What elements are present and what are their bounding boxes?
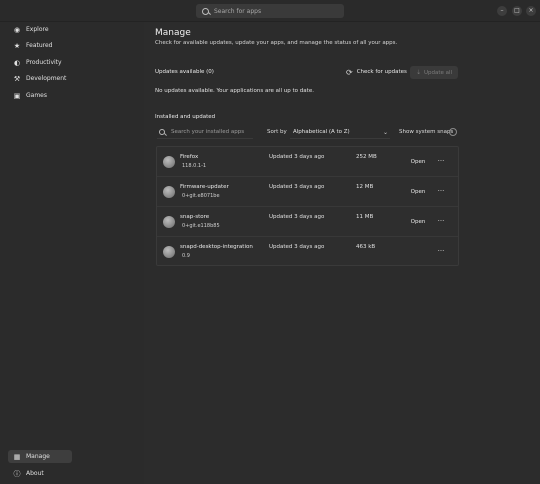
refresh-icon: ⟳ [346, 67, 353, 77]
table-row: Firefox 118.0.1-1 Updated 3 days ago 252… [157, 147, 458, 177]
wrench-icon: ⚒ [13, 74, 21, 83]
open-button[interactable]: Open [409, 217, 427, 227]
star-icon: ★ [13, 41, 21, 50]
sidebar-item-label: Featured [26, 42, 53, 49]
open-button[interactable]: Open [409, 157, 427, 167]
title-bar: Search for apps – □ × [0, 0, 540, 22]
app-name: snap-store [180, 214, 210, 220]
update-all-button[interactable]: ⇣ Update all [410, 66, 458, 79]
updates-heading: Updates available (0) [155, 69, 214, 75]
sidebar-item-label: Games [26, 92, 47, 99]
sidebar-item-explore[interactable]: ◉ Explore [8, 23, 72, 36]
sidebar-item-development[interactable]: ⚒ Development [8, 72, 72, 85]
maximize-button[interactable]: □ [512, 6, 522, 16]
table-row: Firmware-updater 0+git.e8071be Updated 3… [157, 177, 458, 207]
chevron-down-icon: ⌄ [382, 128, 388, 136]
sidebar-item-label: Manage [26, 453, 50, 460]
app-updated: Updated 3 days ago [269, 244, 325, 250]
more-options-button[interactable]: ··· [434, 216, 448, 228]
check-for-updates-label: Check for updates [356, 69, 407, 75]
app-icon [163, 156, 175, 168]
app-updated: Updated 3 days ago [269, 154, 325, 160]
app-name: Firmware-updater [180, 184, 229, 190]
sort-by-label: Sort by [267, 129, 287, 135]
installed-heading: Installed and updated [155, 114, 216, 120]
search-icon [159, 129, 165, 135]
app-name: snapd-desktop-integration [180, 244, 253, 250]
sort-dropdown[interactable]: Alphabetical (A to Z) ⌄ [290, 126, 390, 139]
sidebar-item-label: Explore [26, 26, 49, 33]
more-options-button[interactable]: ··· [434, 186, 448, 198]
show-system-snaps-toggle[interactable] [449, 128, 457, 136]
more-options-button[interactable]: ··· [434, 156, 448, 168]
sort-value: Alphabetical (A to Z) [293, 129, 350, 135]
sidebar-item-featured[interactable]: ★ Featured [8, 39, 72, 52]
show-system-snaps-label: Show system snaps [399, 129, 454, 135]
sidebar-item-label: Development [26, 75, 67, 82]
app-name: Firefox [180, 154, 199, 160]
grid-icon: ▦ [13, 452, 21, 461]
sidebar-item-manage[interactable]: ▦ Manage [8, 450, 72, 463]
check-for-updates-button[interactable]: ⟳ Check for updates [346, 66, 407, 78]
installed-apps-table: Firefox 118.0.1-1 Updated 3 days ago 252… [156, 146, 459, 266]
close-button[interactable]: × [526, 6, 536, 16]
app-size: 12 MB [356, 184, 374, 190]
search-box[interactable]: Search for apps [196, 4, 344, 18]
sidebar-item-label: About [26, 470, 44, 477]
search-icon [202, 7, 209, 15]
sidebar: ◉ Explore ★ Featured ◐ Productivity ⚒ De… [0, 22, 144, 484]
app-updated: Updated 3 days ago [269, 214, 325, 220]
sidebar-item-label: Productivity [26, 59, 62, 66]
app-size: 252 MB [356, 154, 377, 160]
sidebar-item-productivity[interactable]: ◐ Productivity [8, 56, 72, 69]
download-icon: ⇣ [415, 69, 421, 76]
page-subtitle: Check for available updates, update your… [155, 40, 398, 46]
sidebar-item-about[interactable]: ⓘ About [8, 467, 72, 480]
app-updated: Updated 3 days ago [269, 184, 325, 190]
app-version: 0+git.e8071be [182, 193, 220, 199]
app-version: 118.0.1-1 [182, 163, 207, 169]
search-placeholder: Search for apps [214, 7, 262, 15]
no-updates-message: No updates available. Your applications … [155, 88, 314, 94]
minimize-button[interactable]: – [497, 6, 507, 16]
app-version: 0+git.e118b85 [182, 223, 220, 229]
page-title: Manage [155, 28, 191, 38]
main-content: Manage Check for available updates, upda… [144, 22, 540, 484]
gamepad-icon: ▣ [13, 91, 21, 100]
table-row: snap-store 0+git.e118b85 Updated 3 days … [157, 207, 458, 237]
update-all-label: Update all [423, 69, 453, 76]
info-icon: ⓘ [13, 469, 21, 478]
open-button[interactable]: Open [409, 187, 427, 197]
bulb-icon: ◐ [13, 58, 21, 67]
sidebar-item-games[interactable]: ▣ Games [8, 89, 72, 102]
table-row: snapd-desktop-integration 0.9 Updated 3 … [157, 237, 458, 267]
app-size: 11 MB [356, 214, 374, 220]
app-icon [163, 216, 175, 228]
app-icon [163, 246, 175, 258]
compass-icon: ◉ [13, 25, 21, 34]
app-version: 0.9 [182, 253, 190, 259]
app-icon [163, 186, 175, 198]
more-options-button[interactable]: ··· [434, 246, 448, 258]
app-size: 463 kB [356, 244, 376, 250]
installed-search-input[interactable]: Search your installed apps [157, 126, 253, 139]
installed-search-placeholder: Search your installed apps [171, 129, 245, 135]
